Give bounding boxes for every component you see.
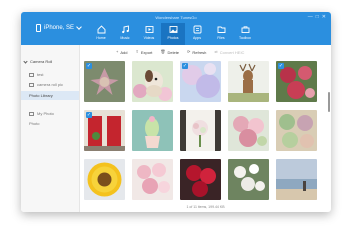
photo-image: [228, 159, 269, 200]
sidebar-item-label: camera roll pic: [37, 82, 64, 87]
photo-thumbnail[interactable]: [180, 110, 221, 151]
photo-toolbar: + Add ⇪ Export 🗑 Delete ⟳ Refresh ⇄ Convert HEIC: [80, 46, 331, 58]
phone-icon: [36, 24, 41, 32]
home-icon: [97, 25, 106, 34]
photo-thumbnail[interactable]: ✓: [84, 110, 125, 151]
album-icon: [29, 72, 34, 77]
toolbar-label: Delete: [167, 49, 180, 55]
photo-image: [180, 110, 221, 151]
sidebar-item-photo-library[interactable]: Photo Library: [21, 91, 79, 100]
photo-icon: [169, 25, 178, 34]
export-button[interactable]: ⇪ Export: [135, 50, 152, 55]
checkbox-checked-icon[interactable]: ✓: [278, 63, 284, 69]
nav-label: Apps: [193, 36, 201, 40]
photo-thumbnail[interactable]: [276, 159, 317, 200]
nav-music[interactable]: Music: [113, 23, 137, 45]
toolbar-label: Add: [120, 49, 128, 55]
sidebar: Camera Roll test camera roll pic Photo Libr…: [21, 45, 80, 212]
nav-home[interactable]: Home: [89, 23, 113, 45]
refresh-button[interactable]: ⟳ Refresh: [187, 50, 206, 55]
nav-toolbox[interactable]: Toolbox: [233, 23, 257, 45]
toolbar-label: Convert HEIC: [219, 49, 245, 55]
sidebar-item-label: Photo Library: [29, 93, 53, 98]
scrollbar[interactable]: [328, 92, 330, 112]
nav-label: Videos: [143, 36, 155, 40]
photo-image: [228, 61, 269, 102]
photo-thumbnail[interactable]: [228, 159, 269, 200]
export-icon: ⇪: [135, 49, 139, 54]
toolbar-label: Export: [140, 49, 153, 55]
toolbox-icon: [241, 25, 250, 34]
video-icon: [145, 25, 154, 34]
checkbox-checked-icon[interactable]: ✓: [86, 63, 92, 69]
chevron-down-icon[interactable]: [23, 58, 28, 64]
photo-image: [228, 110, 269, 151]
sidebar-item-label: Camera Roll: [30, 59, 53, 64]
photo-thumbnail[interactable]: [132, 61, 173, 102]
minimize-icon[interactable]: —: [308, 15, 313, 20]
apps-icon: [193, 25, 202, 34]
photo-thumbnail[interactable]: [132, 159, 173, 200]
photo-image: [276, 159, 317, 200]
nav-label: Music: [120, 36, 130, 40]
photo-thumbnail[interactable]: [276, 110, 317, 151]
window-controls: — □ ✕: [308, 15, 326, 20]
photo-thumbnail[interactable]: ✓: [84, 61, 125, 102]
nav-label: Files: [217, 36, 225, 40]
photo-image: [132, 110, 173, 151]
photo-thumbnail[interactable]: [84, 159, 125, 200]
sidebar-item-label: test: [37, 72, 44, 77]
photo-thumbnail[interactable]: [132, 110, 173, 151]
nav-photos[interactable]: Photos: [161, 23, 185, 45]
nav-apps[interactable]: Apps: [185, 23, 209, 45]
photo-thumbnail[interactable]: [180, 159, 221, 200]
photo-thumbnail[interactable]: [228, 61, 269, 102]
nav-label: Photos: [167, 36, 179, 40]
folder-icon: [217, 25, 226, 34]
chevron-down-icon: [76, 24, 82, 30]
sidebar-item-photo[interactable]: Photo: [21, 119, 79, 128]
sidebar-item-test[interactable]: test: [21, 70, 79, 79]
photo-image: [276, 110, 317, 151]
photo-image: [132, 159, 173, 200]
refresh-icon: ⟳: [187, 49, 191, 54]
status-bar: 1 of 11 items, 199.44 KB: [186, 205, 225, 209]
nav-label: Toolbox: [238, 36, 252, 40]
add-button[interactable]: + Add: [116, 50, 127, 55]
nav-label: Home: [96, 36, 106, 40]
photo-image: [180, 159, 221, 200]
checkbox-checked-icon[interactable]: ✓: [182, 63, 188, 69]
sidebar-item-camera-roll-pic[interactable]: camera roll pic: [21, 80, 79, 89]
sidebar-item-my-photo[interactable]: My Photo: [21, 109, 79, 118]
maximize-icon[interactable]: □: [316, 15, 319, 20]
photo-image: [84, 159, 125, 200]
checkbox-checked-icon[interactable]: ✓: [86, 112, 92, 118]
add-icon: +: [116, 49, 119, 54]
convert-heic-button[interactable]: ⇄ Convert HEIC: [214, 50, 244, 55]
photo-thumbnail[interactable]: ✓: [276, 61, 317, 102]
app-title: Wondershare TunesGo: [155, 15, 197, 20]
convert-heic-icon: ⇄: [214, 49, 218, 54]
device-name: iPhone, SE: [44, 25, 75, 31]
delete-icon: 🗑: [160, 49, 166, 54]
device-selector[interactable]: iPhone, SE: [36, 24, 82, 32]
music-icon: [121, 25, 130, 34]
photo-thumbnail[interactable]: [228, 110, 269, 151]
main-nav: Home Music Videos Photos Apps Files Toolbox: [89, 23, 257, 45]
nav-videos[interactable]: Videos: [137, 23, 161, 45]
album-icon: [29, 111, 34, 116]
sidebar-item-camera-roll[interactable]: Camera Roll: [21, 57, 79, 66]
close-icon[interactable]: ✕: [322, 15, 326, 20]
sidebar-item-label: My Photo: [37, 111, 54, 116]
sidebar-item-label: Photo: [29, 121, 40, 126]
photo-thumbnail[interactable]: ✓: [180, 61, 221, 102]
app-window: Wondershare TunesGo — □ ✕ iPhone, SE Hom…: [21, 12, 331, 212]
photo-image: [132, 61, 173, 102]
album-icon: [29, 82, 34, 87]
top-bar: Wondershare TunesGo — □ ✕ iPhone, SE Hom…: [21, 12, 331, 45]
nav-files[interactable]: Files: [209, 23, 233, 45]
toolbar-label: Refresh: [192, 49, 207, 55]
delete-button[interactable]: 🗑 Delete: [160, 50, 179, 55]
